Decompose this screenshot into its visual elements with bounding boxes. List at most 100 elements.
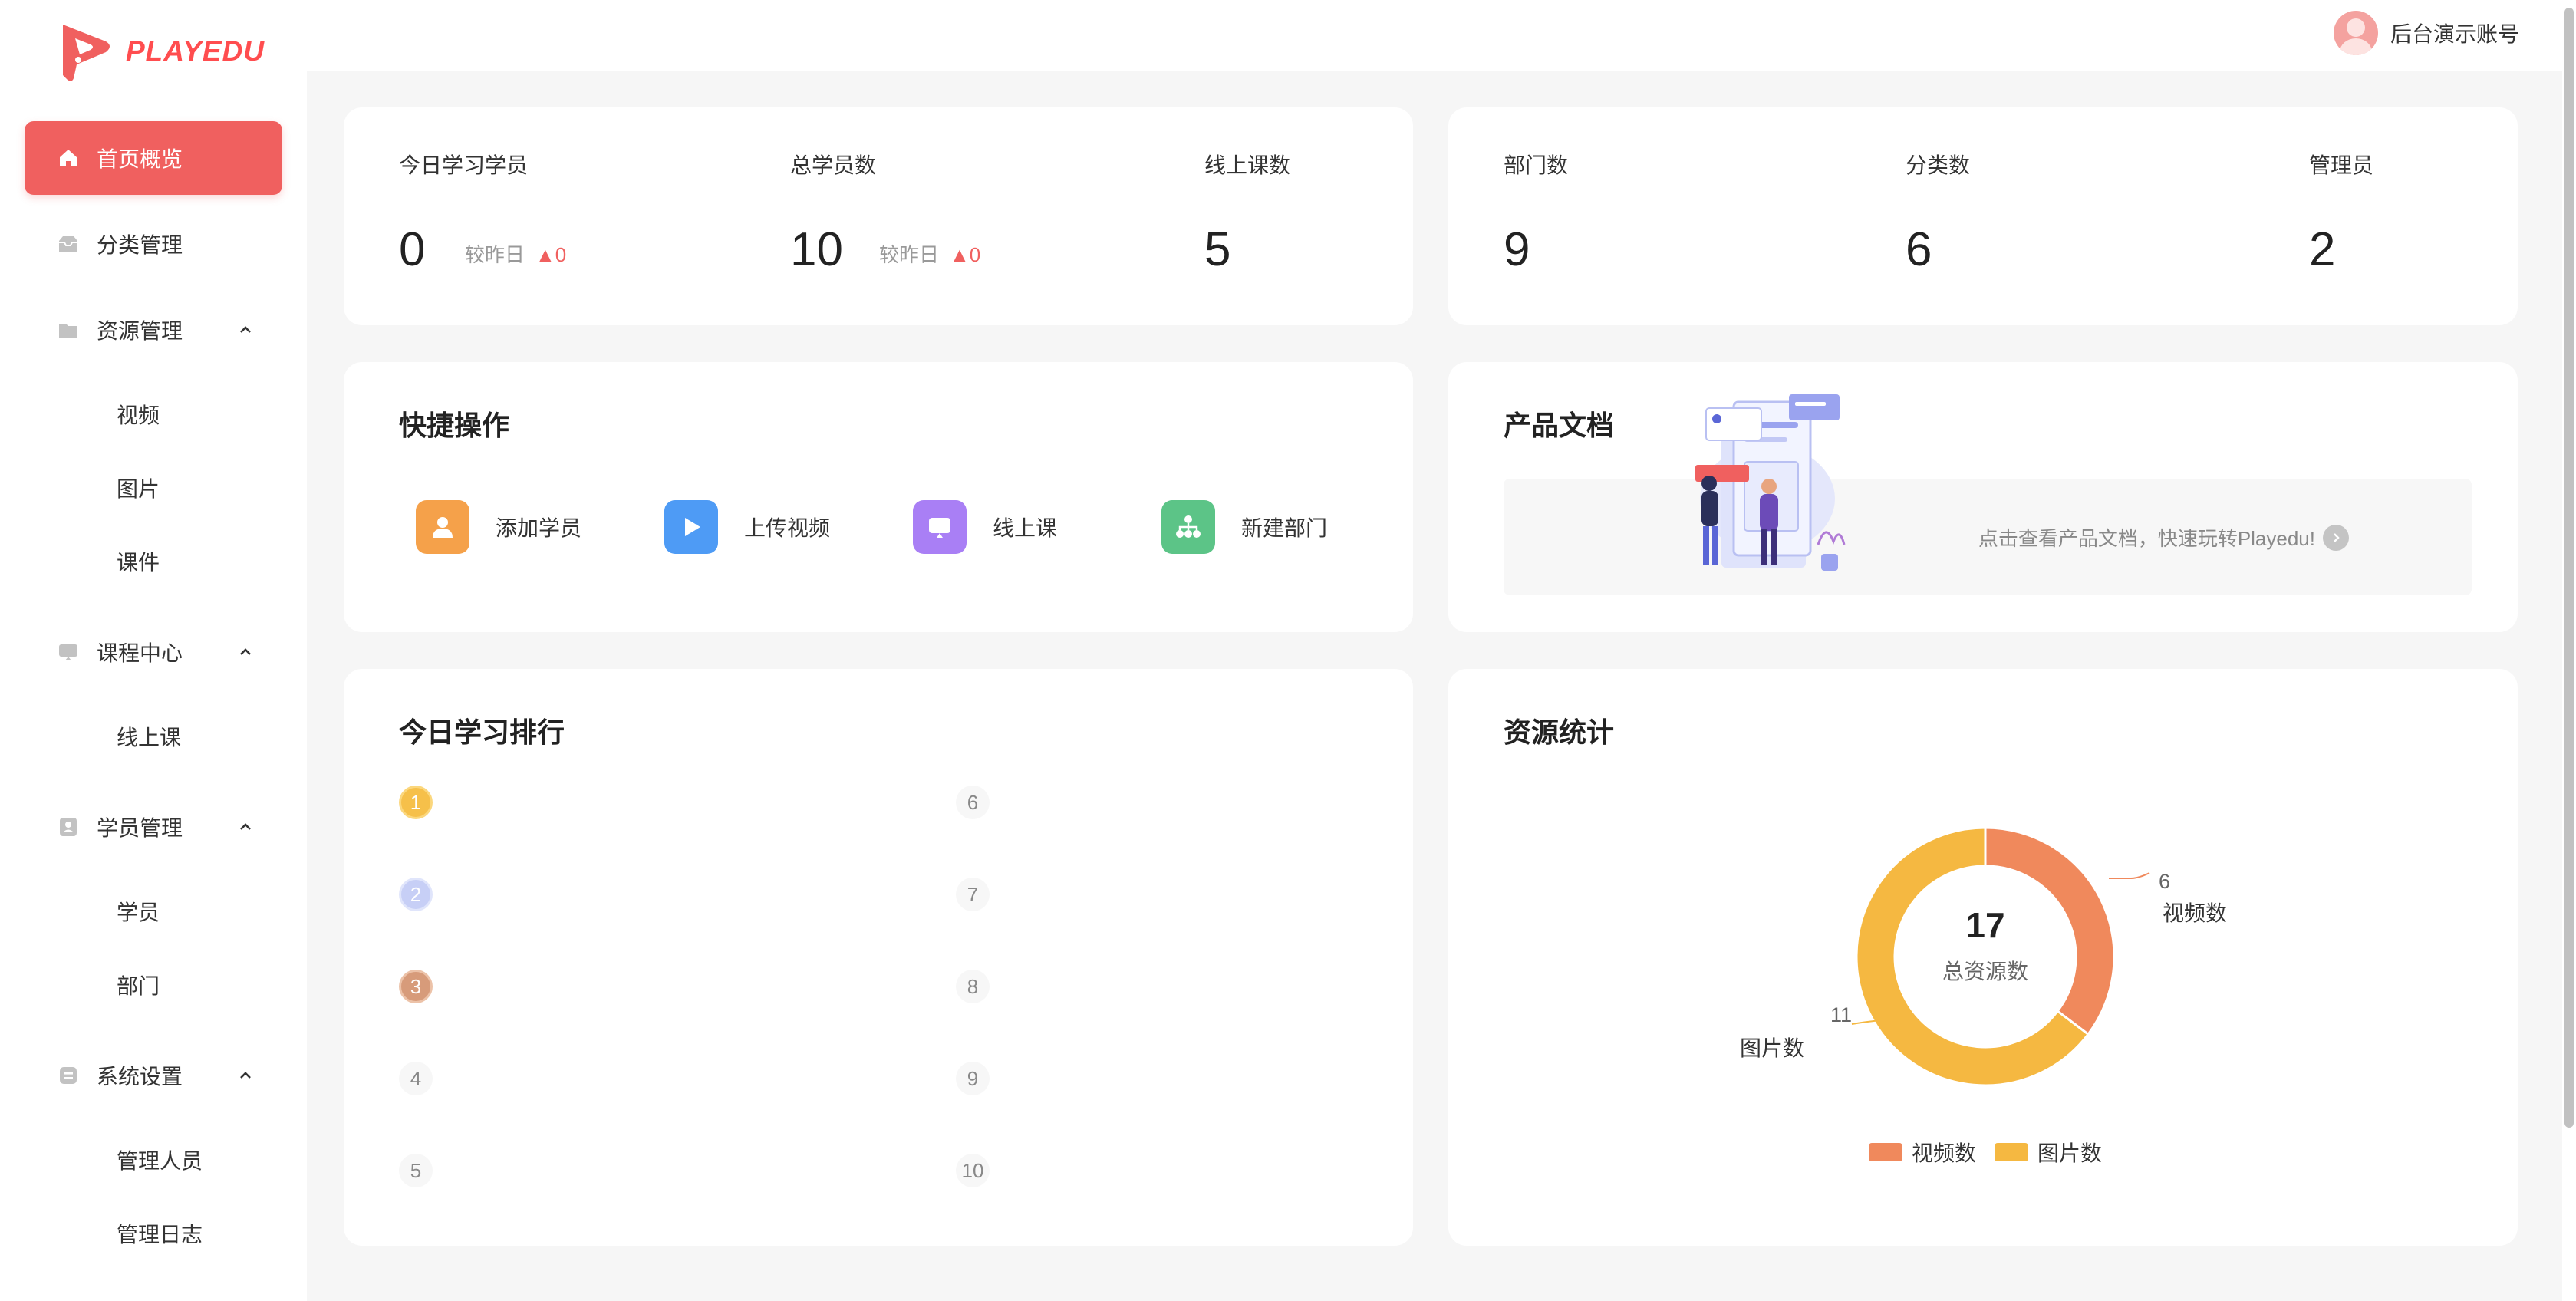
new-department-label: 新建部门 [1241,516,1328,540]
rank-number: 6 [956,786,990,819]
silver-medal-icon: 2 [399,878,433,911]
legend-item-images[interactable]: 图片数 [1995,1137,2102,1168]
top-bar: 后台演示账号 [307,0,2562,71]
rank-number: 9 [956,1062,990,1095]
sidebar-item-label: 课程中心 [97,641,183,665]
user-name: 后台演示账号 [2390,22,2519,46]
docs-illustration [1695,394,1846,571]
compare-label: 较昨日 [879,243,940,266]
monitor-icon [57,641,80,664]
daily-ranking-title: 今日学习排行 [399,716,565,748]
legend-swatch [1995,1143,2029,1161]
product-docs-card: 产品文档 点击查看产品文档，快速玩转Playedu! [1448,362,2518,632]
sidebar-item-label: 资源管理 [97,319,183,343]
rank-number: 7 [956,878,990,911]
folder-icon [57,318,80,341]
stat-value-admins: 2 [2309,223,2336,276]
docs-link-text: 点击查看产品文档，快速玩转Playedu! [1978,527,2315,550]
add-learner-label: 添加学员 [496,516,582,540]
stat-label-categories: 分类数 [1906,153,1971,177]
sidebar-item-label: 系统设置 [97,1065,183,1089]
sidebar-subitem-admins[interactable]: 管理人员 [25,1129,282,1191]
sidebar-item-label: 首页概览 [97,147,183,171]
org-tree-icon [1161,500,1215,554]
settings-icon [57,1064,80,1087]
chevron-up-icon [240,648,251,655]
sidebar-item-label: 分类管理 [97,233,183,257]
inbox-icon [57,232,80,255]
delta-up: ▲0 [535,243,567,266]
list-item: 6 [956,786,990,819]
stat-value-online-courses: 5 [1204,223,1231,276]
stat-value-today-learners: 0 [399,223,426,276]
video-label-value: 6 [2159,870,2170,893]
stats-card-org: 部门数 9 分类数 6 管理员 2 [1448,107,2518,325]
sidebar-subitem-admin-logs[interactable]: 管理日志 [25,1203,282,1264]
user-menu[interactable]: 后台演示账号 [2333,11,2519,55]
sidebar-item-home[interactable]: 首页概览 [25,121,282,195]
sidebar-item-course-center[interactable]: 课程中心 [25,615,282,689]
stats-card-learning: 今日学习学员 0 较昨日 ▲0 总学员数 10 较昨日 ▲0 线上课数 5 [344,107,1413,325]
docs-banner[interactable]: 点击查看产品文档，快速玩转Playedu! [1504,479,2472,595]
home-icon [57,147,80,170]
sidebar-subitem-online-courses[interactable]: 线上课 [25,706,282,767]
resource-stats-card: 资源统计 6 视频数 11 图片数 17 总资源数 视频数 图片数 [1448,669,2518,1246]
screen-icon [913,500,967,554]
list-item: 1 [399,786,433,819]
upload-video-label: 上传视频 [744,516,831,540]
sidebar-item-learners[interactable]: 学员管理 [25,790,282,864]
chevron-up-icon [240,326,251,333]
upload-video-button[interactable]: 上传视频 [664,500,830,554]
user-card-icon [57,815,80,838]
image-label-value: 11 [1830,1003,1852,1026]
rank-number: 4 [399,1062,433,1095]
stat-value-categories: 6 [1906,223,1932,276]
stat-value-departments: 9 [1504,223,1530,276]
scrollbar-thumb[interactable] [2564,8,2574,1128]
compare-label: 较昨日 [465,243,525,266]
sidebar-subitem-courseware[interactable]: 课件 [25,531,282,592]
docs-link[interactable]: 点击查看产品文档，快速玩转Playedu! [1978,523,2349,552]
avatar [2333,11,2378,55]
chevron-right-icon [2323,524,2349,551]
sidebar-item-system-settings[interactable]: 系统设置 [25,1039,282,1112]
sidebar-item-categories[interactable]: 分类管理 [25,207,282,281]
sidebar-item-resources[interactable]: 资源管理 [25,293,282,367]
stat-label-today-learners: 今日学习学员 [399,153,529,177]
bronze-medal-icon: 3 [399,970,433,1003]
rank-number: 5 [399,1154,433,1187]
legend-label: 视频数 [1912,1141,1977,1165]
rank-number: 10 [956,1154,990,1187]
legend-label: 图片数 [2037,1141,2103,1165]
sidebar-item-label: 学员管理 [97,816,183,840]
stat-label-total-learners: 总学员数 [790,153,877,177]
chart-legend: 视频数 图片数 [1869,1137,2120,1168]
stat-compare-total-learners: 较昨日 ▲0 [879,239,980,268]
logo-icon [63,25,110,81]
logo[interactable]: PLAYEDU [55,20,265,83]
rank-number: 8 [956,970,990,1003]
list-item: 4 [399,1062,433,1095]
legend-item-videos[interactable]: 视频数 [1869,1137,1976,1168]
stat-label-admins: 管理员 [2309,153,2374,177]
online-course-button[interactable]: 线上课 [913,500,1057,554]
list-item: 10 [956,1154,990,1187]
list-item: 7 [956,878,990,911]
quick-actions-card: 快捷操作 添加学员 上传视频 线上课 新建部门 [344,362,1413,632]
total-resources-label: 总资源数 [1942,960,2028,983]
add-learner-button[interactable]: 添加学员 [416,500,581,554]
total-resources-value: 17 [1965,905,2004,945]
sidebar-subitem-videos[interactable]: 视频 [25,384,282,445]
new-department-button[interactable]: 新建部门 [1161,500,1327,554]
chevron-up-icon [240,1072,251,1079]
gold-medal-icon: 1 [399,786,433,819]
stat-label-online-courses: 线上课数 [1204,153,1291,177]
delta-up: ▲0 [950,243,981,266]
sidebar: PLAYEDU 首页概览 分类管理 资源管理 视频 图片 课件 课程中心 线上课… [0,0,307,1301]
sidebar-subitem-learners[interactable]: 学员 [25,881,282,942]
sidebar-subitem-images[interactable]: 图片 [25,457,282,519]
sidebar-subitem-departments[interactable]: 部门 [25,954,282,1016]
product-docs-title: 产品文档 [1504,410,1615,441]
brand-name: PLAYEDU [126,35,265,67]
daily-ranking-card: 今日学习排行 1 2 3 4 5 6 7 8 9 10 [344,669,1413,1246]
